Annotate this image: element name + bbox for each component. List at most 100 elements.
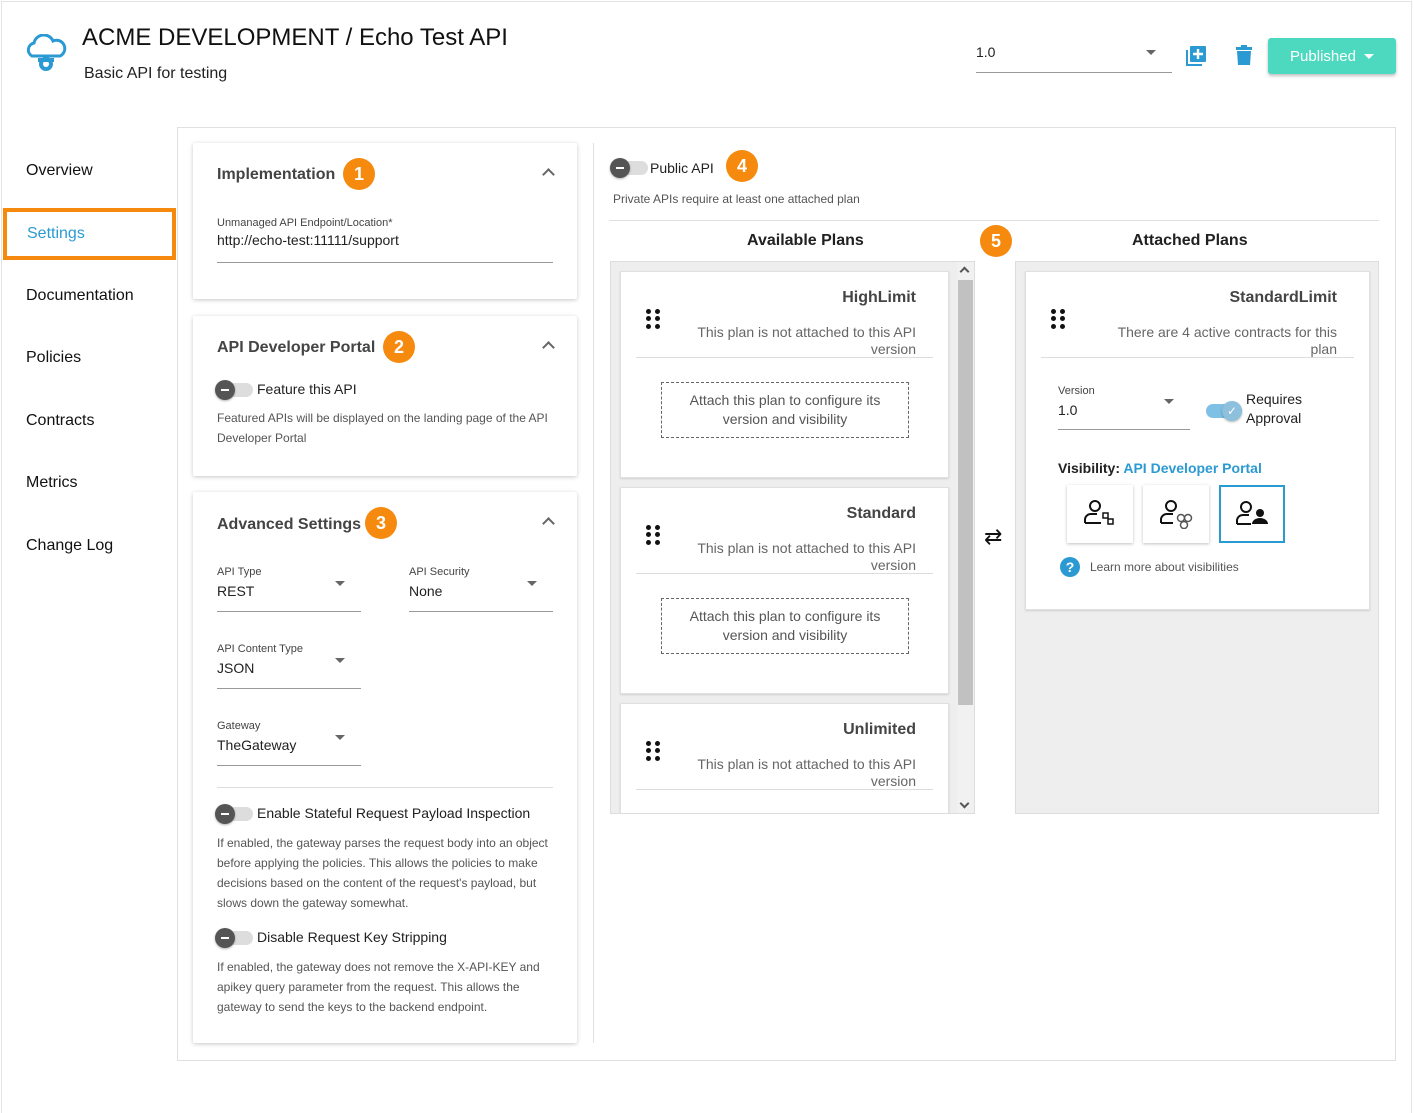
requires-approval-label: Requires Approval (1246, 391, 1303, 426)
requires-approval-toggle[interactable]: ✓ (1206, 401, 1242, 421)
plan-version-select[interactable]: 1.0 (1058, 399, 1190, 430)
attached-plans-title: Attached Plans (1132, 232, 1248, 249)
feature-help: Featured APIs will be displayed on the l… (217, 411, 548, 445)
stateful-inspection-toggle[interactable] (215, 804, 253, 824)
endpoint-input[interactable]: http://echo-test:11111/support (217, 232, 553, 263)
attach-plan-dropzone[interactable]: Attach this plan to configure its versio… (661, 598, 909, 654)
caret-down-icon (1363, 53, 1374, 59)
visibility-label: Visibility: (1058, 460, 1120, 476)
divider (636, 357, 933, 358)
swap-arrows-icon: ⇄ (984, 524, 1003, 549)
implementation-card: Implementation 1 Unmanaged API Endpoint/… (193, 143, 577, 299)
divider (217, 787, 553, 788)
content-type-value: JSON (217, 660, 255, 676)
plan-name: StandardLimit (1229, 289, 1337, 306)
public-api-label: Public API (650, 160, 714, 176)
drag-handle-icon[interactable] (646, 741, 660, 761)
sidebar-item-metrics[interactable]: Metrics (26, 474, 78, 492)
chevron-down-icon (335, 735, 345, 740)
public-api-toggle[interactable] (610, 158, 648, 178)
plan-desc: There are 4 active contracts for this pl… (1117, 324, 1337, 357)
status-label: Published (1290, 47, 1356, 65)
plan-card-highlimit[interactable]: HighLimit This plan is not attached to t… (620, 271, 949, 478)
chevron-down-icon (527, 581, 537, 586)
drag-handle-icon[interactable] (646, 525, 660, 545)
sidebar-item-contracts[interactable]: Contracts (26, 412, 94, 430)
available-plans-list[interactable]: HighLimit This plan is not attached to t… (610, 261, 975, 814)
step-badge: 5 (980, 225, 1012, 257)
api-type-value: REST (217, 583, 255, 599)
attached-plan-card: StandardLimit There are 4 active contrac… (1025, 271, 1370, 610)
drag-handle-icon[interactable] (1051, 309, 1065, 329)
chevron-down-icon (1164, 399, 1174, 404)
collapse-icon[interactable] (542, 168, 555, 181)
add-version-icon[interactable] (1185, 45, 1207, 67)
visibility-organization-button[interactable] (1143, 485, 1209, 543)
divider (1041, 357, 1354, 358)
key-stripping-toggle[interactable] (215, 928, 253, 948)
sidebar-item-settings[interactable]: Settings (3, 208, 176, 260)
scrollbar-thumb[interactable] (958, 280, 973, 705)
sidebar-item-change-log[interactable]: Change Log (26, 537, 113, 555)
plan-name: Unlimited (843, 721, 916, 738)
attached-plans-list[interactable]: StandardLimit There are 4 active contrac… (1015, 261, 1379, 814)
content-type-label: API Content Type (217, 643, 304, 655)
stripping-help: If enabled, the gateway does not remove … (217, 960, 540, 1014)
chevron-down-icon (1146, 50, 1156, 55)
step-badge: 2 (383, 331, 415, 363)
published-status-button[interactable]: Published (1268, 38, 1396, 74)
available-plans-title: Available Plans (747, 232, 864, 249)
collapse-icon[interactable] (542, 517, 555, 530)
stateful-label: Enable Stateful Request Payload Inspecti… (257, 805, 531, 821)
chevron-down-icon (335, 658, 345, 663)
gateway-select[interactable]: TheGateway (217, 735, 361, 766)
visibility-portal-button[interactable] (1219, 485, 1285, 543)
chevron-down-icon (335, 581, 345, 586)
divider (609, 220, 1379, 221)
check-icon: ✓ (1222, 401, 1242, 421)
plan-card-standard[interactable]: Standard This plan is not attached to th… (620, 487, 949, 694)
implementation-title: Implementation (217, 166, 336, 183)
sidebar-item-documentation[interactable]: Documentation (26, 287, 134, 305)
sidebar-item-overview[interactable]: Overview (26, 162, 93, 180)
developer-portal-card: API Developer Portal 2 Feature this API … (193, 316, 577, 476)
drag-handle-icon[interactable] (646, 309, 660, 329)
collapse-icon[interactable] (542, 341, 555, 354)
scroll-down-icon[interactable] (959, 798, 970, 809)
api-type-select[interactable]: REST (217, 581, 361, 612)
advanced-settings-card: Advanced Settings 3 API Type REST API Se… (193, 492, 577, 1043)
users-icon (1236, 501, 1268, 525)
plan-name: Standard (846, 505, 916, 522)
cloud-gear-logo (26, 34, 67, 71)
api-security-select[interactable]: None (409, 581, 553, 612)
plan-name: HighLimit (842, 289, 916, 306)
plan-desc: This plan is not attached to this API ve… (697, 324, 916, 357)
sidebar-item-policies[interactable]: Policies (26, 349, 81, 367)
attach-plan-dropzone[interactable]: Attach this plan to configure its versio… (661, 382, 909, 438)
step-badge: 1 (343, 158, 375, 190)
plan-card-unlimited[interactable]: Unlimited This plan is not attached to t… (620, 703, 949, 813)
plan-desc: This plan is not attached to this API ve… (697, 540, 916, 573)
help-icon[interactable]: ? (1060, 557, 1080, 577)
feature-api-toggle[interactable] (215, 380, 253, 400)
page-subtitle: Basic API for testing (84, 65, 228, 82)
endpoint-label: Unmanaged API Endpoint/Location* (217, 217, 393, 229)
gateway-label: Gateway (217, 720, 261, 732)
plan-desc: This plan is not attached to this API ve… (697, 756, 916, 789)
content-type-select[interactable]: JSON (217, 658, 361, 689)
api-type-label: API Type (217, 566, 262, 578)
advanced-title: Advanced Settings (217, 516, 362, 533)
scroll-up-icon[interactable] (959, 266, 970, 277)
api-security-label: API Security (409, 566, 470, 578)
version-value: 1.0 (976, 44, 996, 60)
version-select[interactable]: 1.0 (976, 44, 1172, 73)
column-divider (593, 143, 594, 1043)
user-gears-icon (1160, 500, 1193, 529)
visibility-value: API Developer Portal (1123, 460, 1262, 476)
learn-more-link[interactable]: Learn more about visibilities (1090, 560, 1239, 574)
delete-icon[interactable] (1236, 45, 1252, 65)
scrollbar[interactable] (957, 262, 974, 813)
visibility-admin-button[interactable] (1067, 485, 1133, 543)
stateful-help: If enabled, the gateway parses the reque… (217, 836, 548, 910)
visibility-line: Visibility: API Developer Portal (1058, 460, 1262, 476)
